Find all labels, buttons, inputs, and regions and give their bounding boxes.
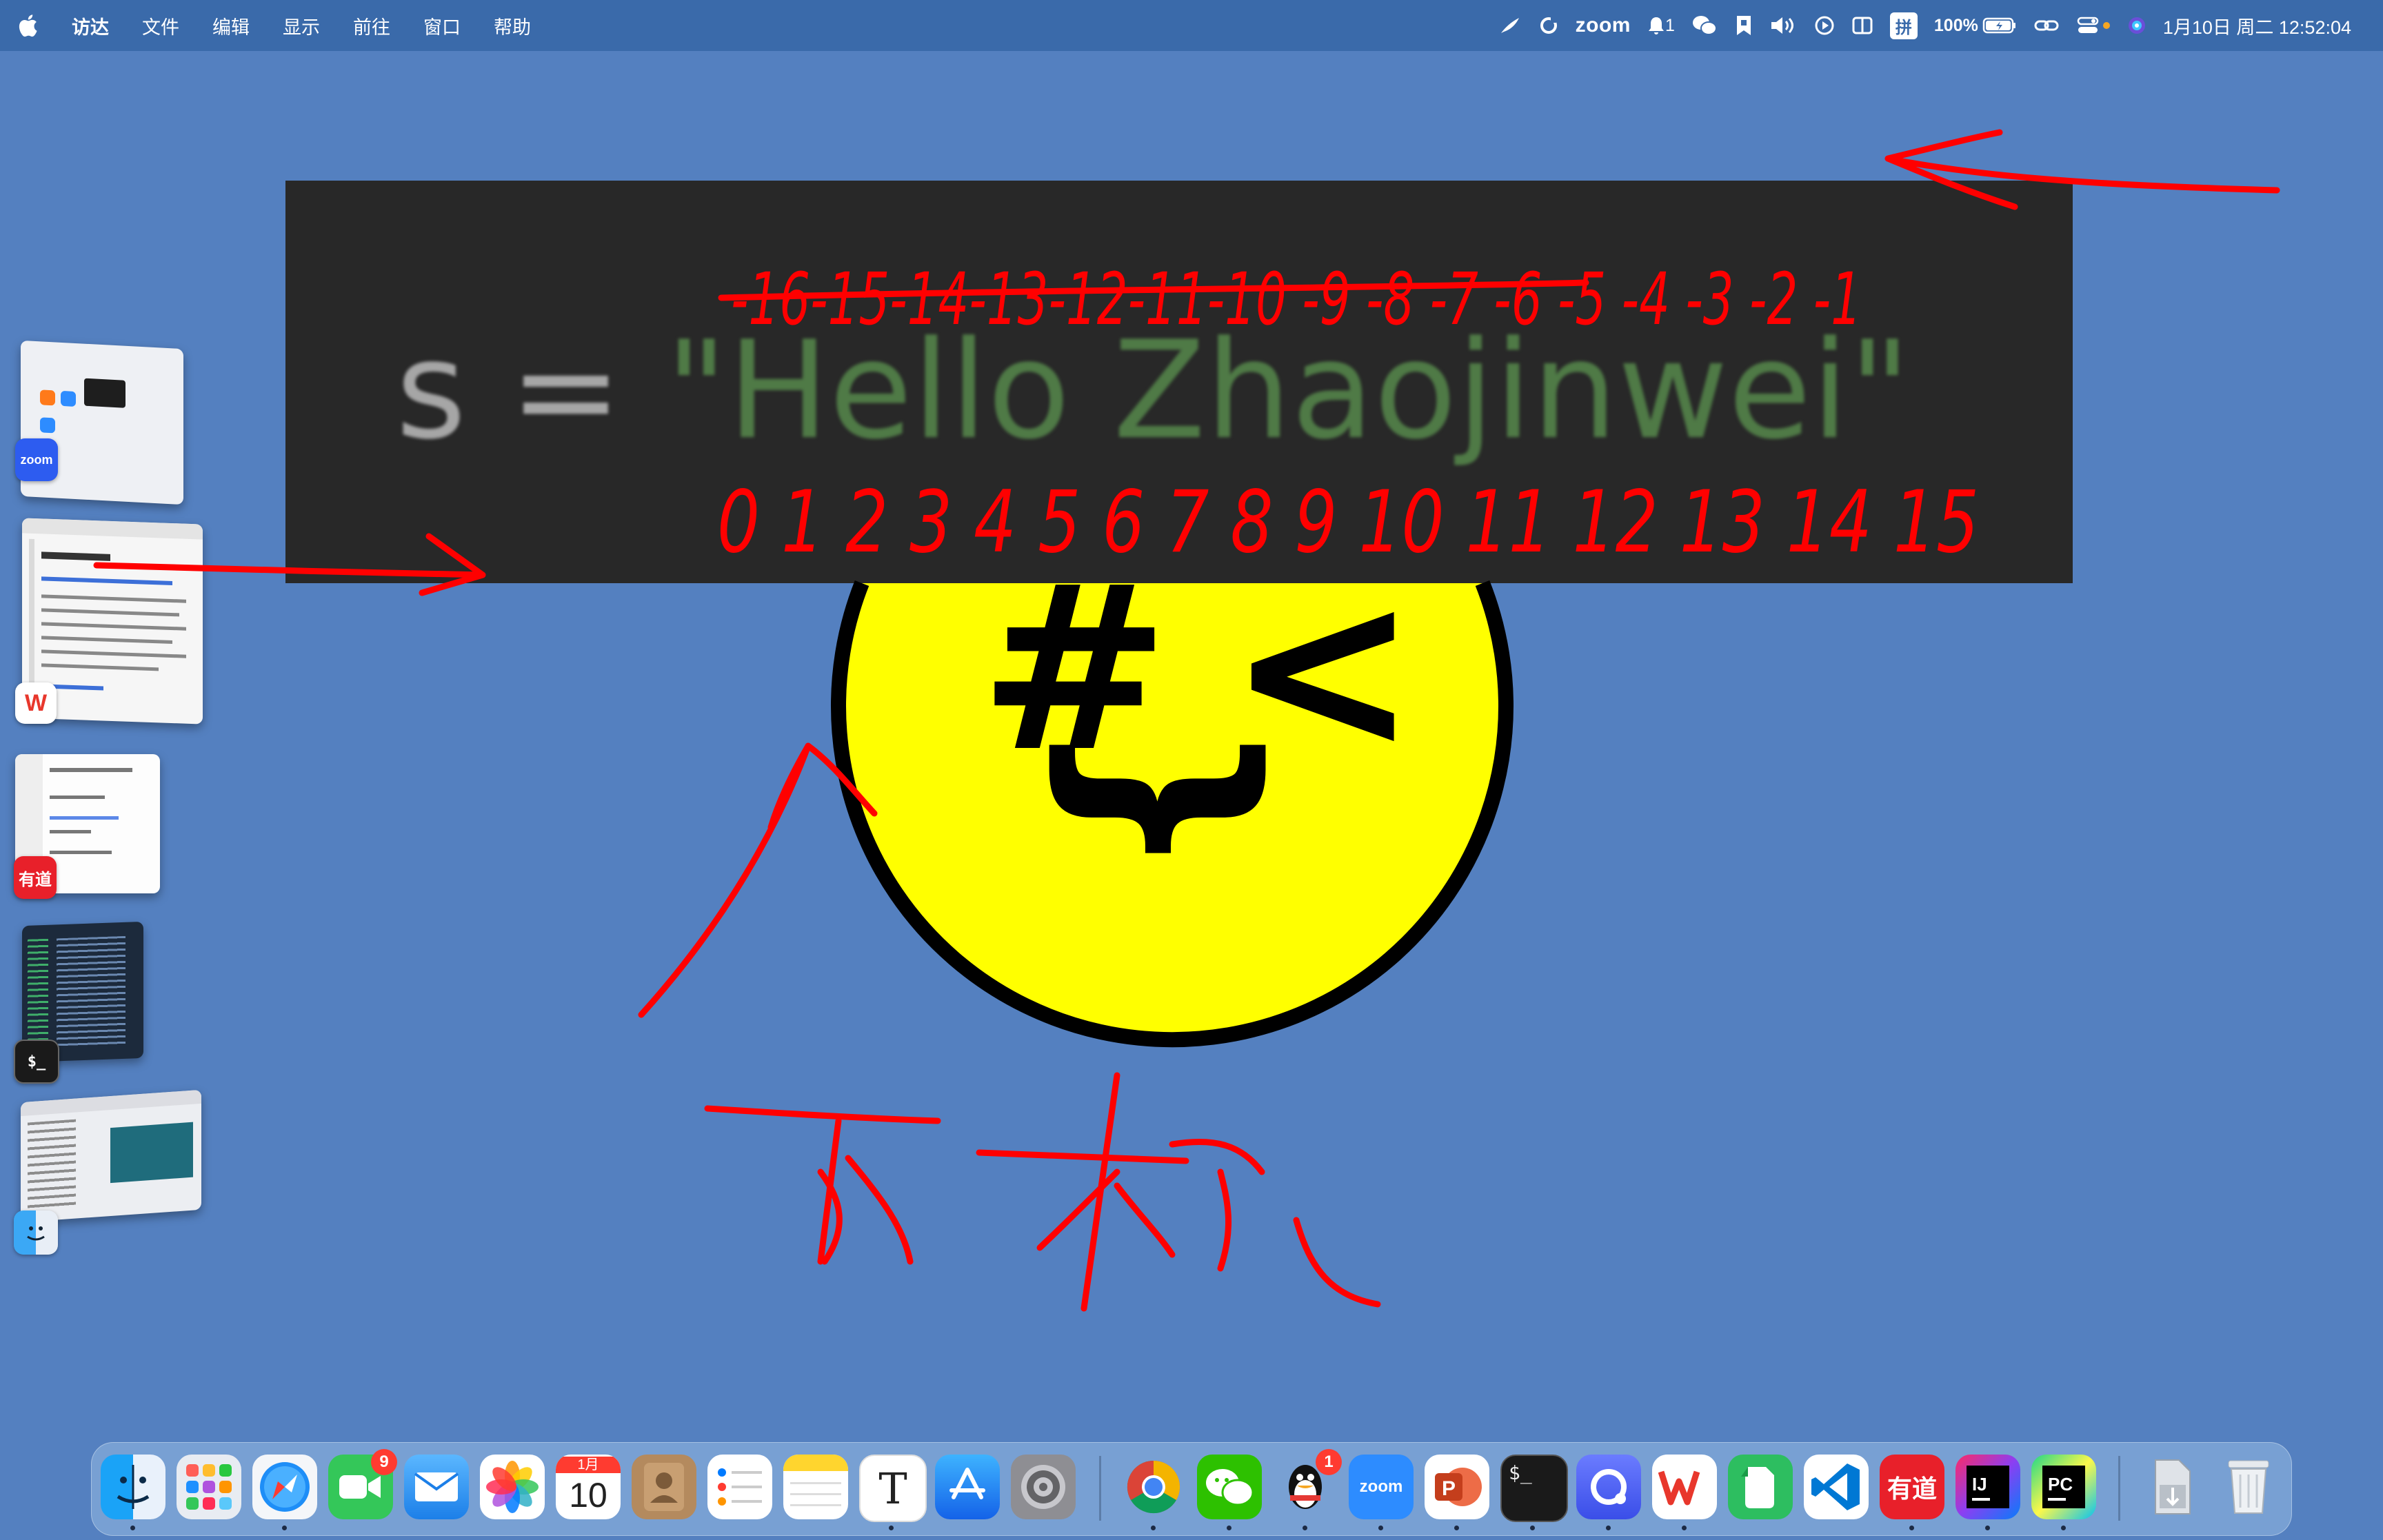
wps-icon [1658, 1470, 1700, 1506]
dock-running-indicator [1909, 1526, 1914, 1530]
dock-running-indicator [1227, 1526, 1231, 1530]
dock-intellij[interactable]: IJ [1955, 1455, 2020, 1519]
contacts-icon [644, 1463, 684, 1511]
dock-chrome[interactable] [1121, 1455, 1186, 1519]
intellij-label: IJ [1972, 1473, 1987, 1495]
zoom-app-icon: zoom [15, 438, 58, 481]
wechat-icon [1206, 1469, 1254, 1506]
quark-icon [1591, 1469, 1627, 1505]
chrome-icon [1127, 1461, 1180, 1514]
settings-icon [1021, 1465, 1065, 1509]
dock-running-indicator [1378, 1526, 1383, 1530]
appstore-icon [949, 1468, 985, 1499]
dock-running-indicator [1454, 1526, 1459, 1530]
qq-badge: 1 [1316, 1449, 1342, 1475]
youdao-app-icon-label: 有道 [19, 870, 52, 889]
dock-finder[interactable] [101, 1455, 165, 1519]
dock-youdao[interactable]: 有道 [1880, 1455, 1944, 1519]
dock-launchpad[interactable] [177, 1455, 241, 1519]
vscode-icon [1811, 1463, 1860, 1510]
zoom-dock-label: zoom [1359, 1477, 1403, 1496]
calendar-month: 1月 [556, 1457, 621, 1473]
dock-vscode[interactable] [1804, 1455, 1869, 1519]
powerpoint-icon: P [1435, 1468, 1482, 1506]
dock-notes[interactable] [783, 1455, 848, 1519]
dock-pycharm[interactable]: PC [2031, 1455, 2096, 1519]
terminal-app-icon: $_ [14, 1040, 59, 1084]
dock-running-indicator [1530, 1526, 1535, 1530]
powerpoint-letter: P [1442, 1477, 1456, 1500]
dock-running-indicator [130, 1526, 135, 1530]
dock-running-indicator [1303, 1526, 1307, 1530]
facetime-badge: 9 [371, 1449, 397, 1475]
youdao-app-icon: 有道 [14, 856, 57, 899]
trash-icon [2228, 1460, 2269, 1514]
wps-app-icon: W [15, 682, 57, 724]
dock-running-indicator [889, 1526, 894, 1530]
evernote-icon [1741, 1467, 1774, 1508]
smiley-face-drawing: # < { [831, 537, 1514, 1048]
dock-photos[interactable] [480, 1455, 545, 1519]
dock-running-indicator [1985, 1526, 1990, 1530]
reminders-icon [718, 1468, 762, 1506]
dock-quark[interactable] [1576, 1455, 1641, 1519]
dock-wechat[interactable] [1197, 1455, 1262, 1519]
typora-letter: T [878, 1463, 907, 1514]
dock-calendar[interactable]: 1月 10 [556, 1455, 621, 1519]
photos-icon [486, 1461, 539, 1513]
dock-evernote[interactable] [1728, 1455, 1793, 1519]
dock-running-indicator [1682, 1526, 1687, 1530]
youdao-dock-label: 有道 [1887, 1475, 1937, 1503]
terminal-app-icon-label: $_ [27, 1053, 46, 1071]
finder-app-icon [14, 1210, 58, 1255]
dock-separator [1099, 1456, 1101, 1521]
dock-trash[interactable] [2216, 1455, 2281, 1519]
smiley-mouth: { [1010, 716, 1283, 882]
zoom-app-icon-label: zoom [20, 452, 53, 467]
notes-icon [783, 1455, 848, 1506]
dock-system-settings[interactable] [1011, 1455, 1076, 1519]
dock-running-indicator [1151, 1526, 1156, 1530]
dock-separator [2118, 1456, 2120, 1521]
dock-running-indicator [282, 1526, 287, 1530]
dock-safari[interactable] [252, 1455, 317, 1519]
calendar-day: 10 [569, 1476, 607, 1514]
dock-running-indicator [1606, 1526, 1611, 1530]
dock-running-indicator [2061, 1526, 2066, 1530]
dock-downloads[interactable] [2140, 1455, 2205, 1519]
window-thumbnail-finder[interactable] [21, 1089, 201, 1223]
downloads-icon [2155, 1459, 2191, 1514]
pycharm-label: PC [2048, 1473, 2073, 1495]
dock-contacts[interactable] [632, 1455, 696, 1519]
dock-app-store[interactable] [935, 1455, 1000, 1519]
terminal-dock-label: $_ [1509, 1461, 1532, 1484]
dock-zoom[interactable]: zoom [1349, 1455, 1414, 1519]
launchpad-icon [186, 1464, 232, 1510]
dock-wps[interactable] [1652, 1455, 1717, 1519]
dock-reminders[interactable] [707, 1455, 772, 1519]
finder-icon [117, 1465, 150, 1509]
facetime-icon [339, 1475, 381, 1499]
mail-icon [414, 1472, 459, 1501]
dock-terminal[interactable]: $_ [1500, 1455, 1568, 1522]
dock-typora[interactable]: T [859, 1455, 927, 1522]
dock-mail[interactable] [404, 1455, 469, 1519]
safari-icon [260, 1462, 310, 1512]
dock-powerpoint[interactable]: P [1425, 1455, 1489, 1519]
wps-app-icon-label: W [24, 689, 48, 716]
